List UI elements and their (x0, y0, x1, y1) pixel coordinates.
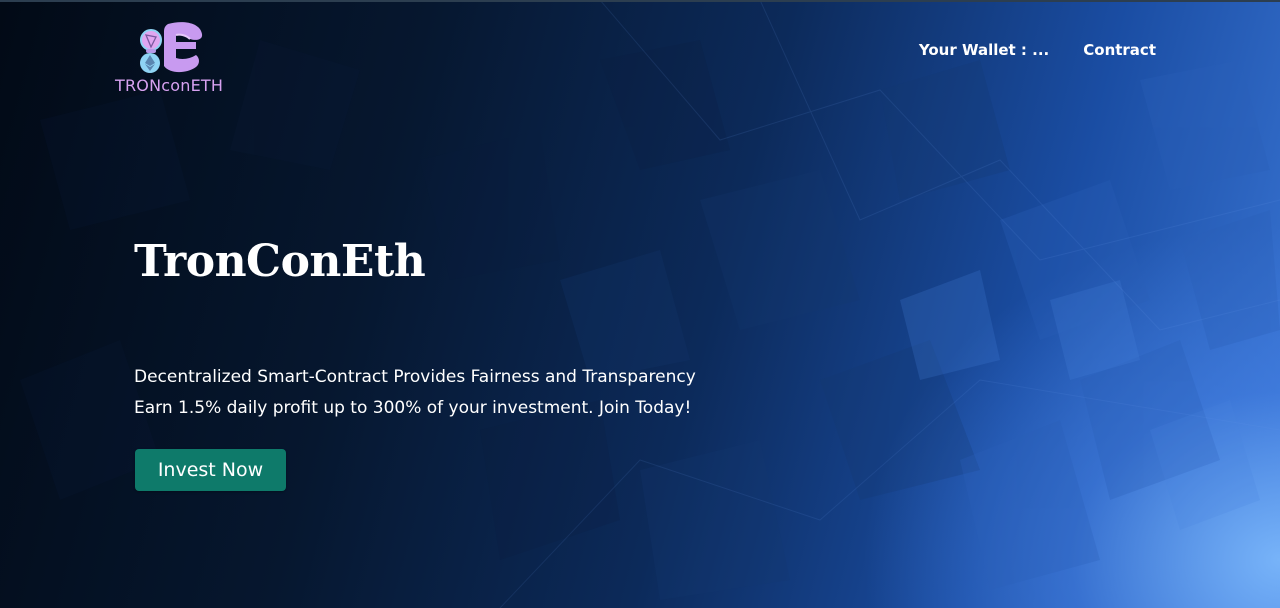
logo-mark-icon (140, 22, 203, 73)
landing-page: TRONconETH Your Wallet : ... Contract Tr… (0, 0, 1280, 608)
hero-description: Decentralized Smart-Contract Provides Fa… (134, 362, 696, 424)
hero-offer-text: Earn 1.5% daily profit up to 300% of you… (134, 398, 692, 418)
hero-title: TronConEth (134, 236, 426, 287)
nav-contract[interactable]: Contract (1083, 41, 1156, 59)
brand-logo[interactable]: TRONconETH (112, 18, 236, 98)
logo-text: TRONconETH (115, 76, 224, 95)
invest-now-button[interactable]: Invest Now (135, 449, 286, 491)
hero-tagline: Decentralized Smart-Contract Provides Fa… (134, 367, 696, 387)
top-border (0, 0, 1280, 2)
top-nav: Your Wallet : ... Contract (919, 41, 1156, 59)
nav-your-wallet[interactable]: Your Wallet : ... (919, 41, 1049, 59)
